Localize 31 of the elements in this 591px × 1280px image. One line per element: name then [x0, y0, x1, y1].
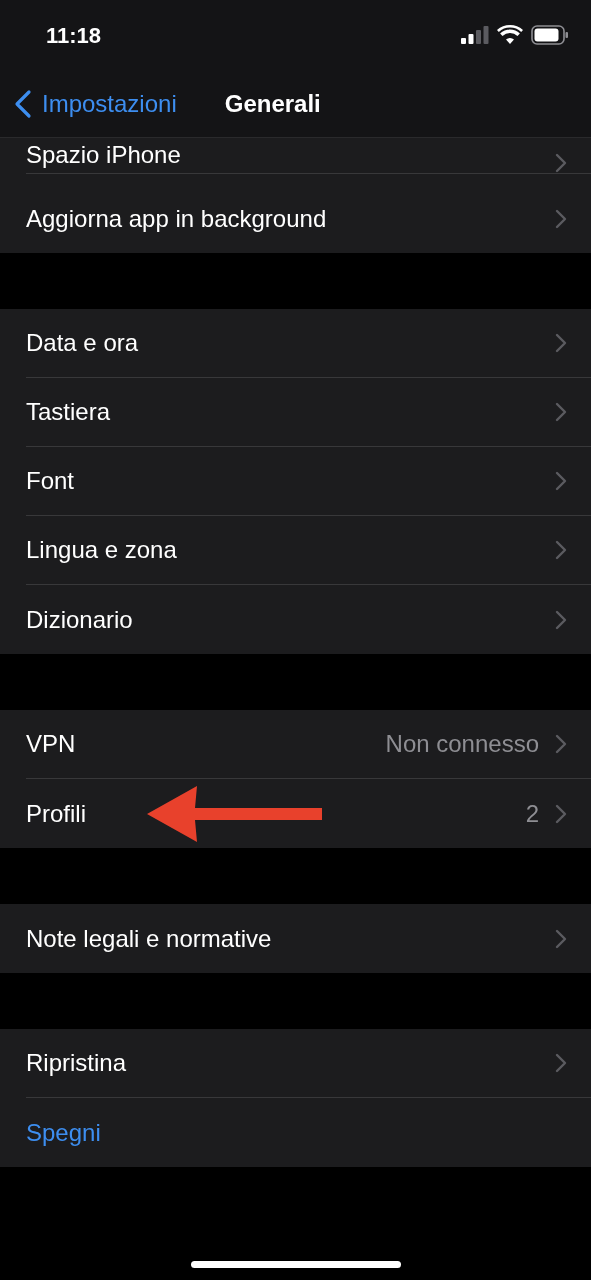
row-label[interactable]: Profili: [26, 795, 526, 832]
chevron-icon: [555, 1053, 567, 1073]
row-label[interactable]: Font: [26, 463, 555, 499]
chevron-icon: [555, 153, 567, 173]
row-label[interactable]: Lingua e zona: [26, 532, 555, 568]
chevron-icon: [555, 540, 567, 560]
chevron-icon: [555, 928, 567, 949]
status-time: 11:18: [46, 21, 102, 50]
row-label[interactable]: Data e ora: [26, 325, 555, 361]
chevron-icon: [555, 734, 567, 754]
chevron-icon: [555, 471, 567, 491]
chevron-icon: [555, 208, 567, 229]
back-button[interactable]: Impostazioni: [0, 85, 177, 122]
page-title: Generali: [224, 88, 321, 119]
row-label[interactable]: Tastiera: [26, 394, 555, 430]
row-value: 2: [525, 798, 539, 829]
wifi-icon: [497, 25, 523, 45]
chevron-icon: [555, 333, 567, 353]
back-chevron-icon: [14, 88, 32, 119]
row-value: Non connesso: [385, 729, 539, 759]
chevron-icon: [555, 402, 567, 422]
signal-icon: [461, 26, 489, 44]
power-off-link[interactable]: Spegni: [26, 1114, 101, 1151]
row-label[interactable]: Ripristina: [26, 1045, 555, 1081]
battery-icon: [531, 25, 569, 45]
chevron-icon: [555, 609, 567, 630]
row-label[interactable]: Spazio iPhone: [26, 137, 555, 173]
row-label[interactable]: VPN: [26, 726, 386, 762]
chevron-icon: [555, 803, 567, 824]
row-label[interactable]: Aggiorna app in background: [26, 200, 555, 237]
row-label[interactable]: Dizionario: [26, 601, 555, 638]
